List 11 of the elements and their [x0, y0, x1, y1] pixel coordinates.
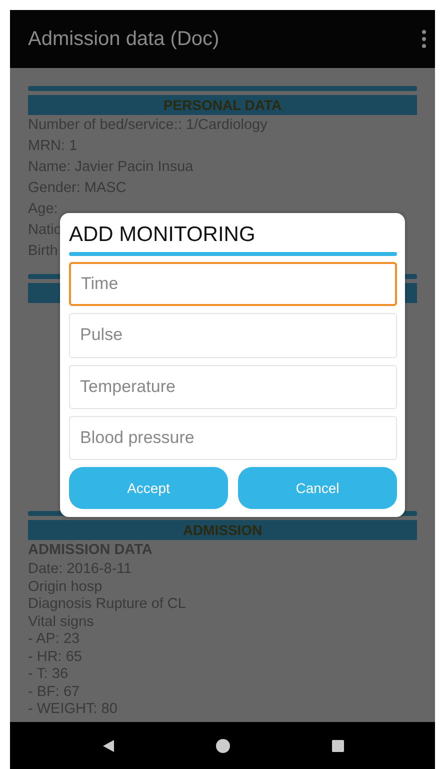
cancel-button[interactable]: Cancel — [238, 467, 397, 510]
back-icon[interactable] — [100, 738, 115, 752]
section-header: PERSONAL DATA — [28, 95, 417, 115]
app-title: Admission data (Doc) — [28, 28, 220, 50]
more-icon[interactable] — [421, 29, 427, 49]
dialog-title: ADD MONITORING — [69, 222, 256, 248]
recents-icon[interactable] — [332, 740, 344, 752]
section-header: ADMISSION — [28, 520, 417, 540]
input-field[interactable]: Time — [69, 262, 397, 306]
accept-button[interactable]: Accept — [69, 467, 228, 510]
home-icon[interactable] — [216, 738, 230, 752]
